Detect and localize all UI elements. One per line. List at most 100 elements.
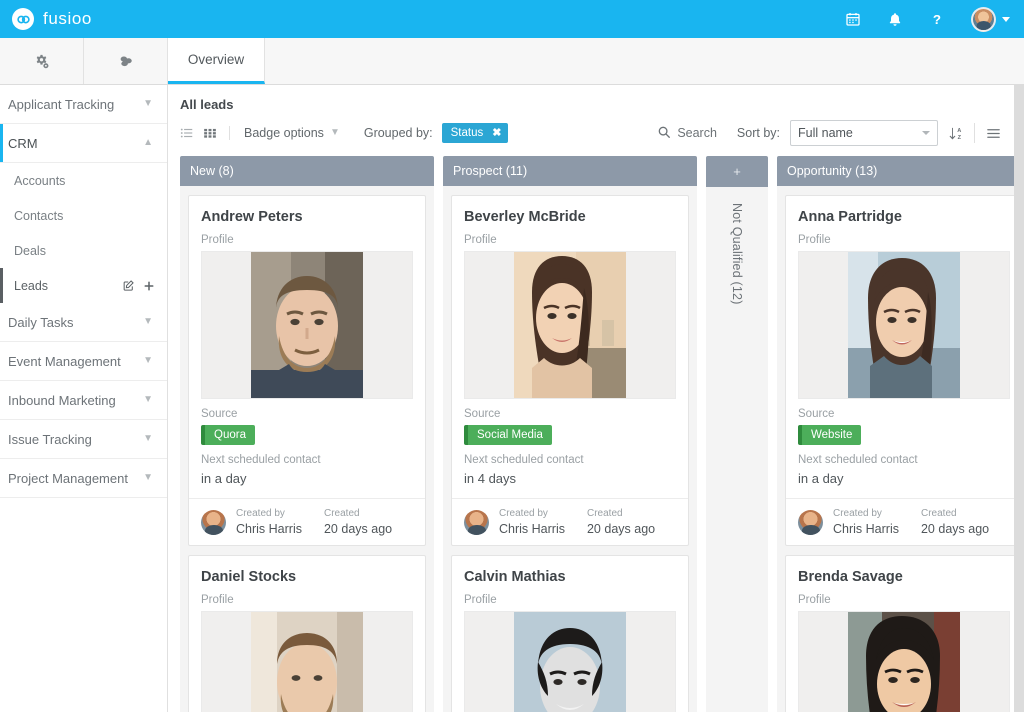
sidebar-sub-label: Accounts [14, 174, 65, 188]
toolbar-divider [974, 123, 975, 143]
chevron-down-icon: ▼ [143, 434, 153, 444]
hamburger-menu-icon[interactable] [985, 126, 1002, 141]
lead-card[interactable]: Brenda Savage Profile [785, 555, 1014, 712]
profile-photo [798, 251, 1010, 399]
avatar [464, 510, 489, 535]
sort-direction-button[interactable]: A Z [948, 125, 964, 142]
sidebar-sub-label: Leads [14, 279, 48, 293]
brand[interactable]: fusioo [12, 8, 92, 30]
lead-name: Andrew Peters [189, 196, 425, 225]
profile-photo [201, 251, 413, 399]
chevron-up-icon: ▲ [143, 138, 153, 148]
next-contact-label: Next scheduled contact [452, 445, 688, 471]
woman-brown-hair-portrait-image [514, 252, 626, 398]
sidebar-item-crm[interactable]: CRM ▲ [0, 124, 167, 163]
lead-name: Beverley McBride [452, 196, 688, 225]
tab-settings[interactable] [0, 38, 84, 84]
created-by-value: Chris Harris [499, 521, 565, 538]
column-header[interactable]: Prospect (11) [443, 156, 697, 186]
created-value: 20 days ago [587, 521, 655, 538]
column-body-collapsed[interactable]: Not Qualified (12) [706, 187, 768, 712]
lead-name: Daniel Stocks [189, 556, 425, 585]
sidebar-item-project-management[interactable]: Project Management ▼ [0, 459, 167, 498]
group-chip-label: Status [451, 127, 484, 139]
bell-icon[interactable] [887, 11, 903, 28]
card-footer: Created by Chris Harris Created 20 days … [786, 498, 1014, 545]
column-header[interactable]: New (8) [180, 156, 434, 186]
tab-bar: Overview [0, 38, 1024, 85]
plus-icon[interactable] [143, 280, 155, 292]
created-label: Created [921, 507, 989, 521]
created-block: Created 20 days ago [324, 507, 392, 537]
sidebar-item-accounts[interactable]: Accounts [0, 163, 167, 198]
next-contact-label: Next scheduled contact [786, 445, 1014, 471]
sort-by-select-wrap [790, 120, 938, 146]
help-icon[interactable]: ? [929, 11, 945, 28]
search-label: Search [677, 126, 717, 140]
chevron-down-icon [1002, 17, 1010, 22]
tab-apps[interactable] [84, 38, 168, 84]
search-icon [657, 125, 671, 142]
lead-card[interactable]: Andrew Peters Profile [188, 195, 426, 546]
profile-label: Profile [452, 585, 688, 611]
sidebar-item-inbound-marketing[interactable]: Inbound Marketing ▼ [0, 381, 167, 420]
created-by-value: Chris Harris [236, 521, 302, 538]
badge-options-dropdown[interactable]: Badge options ▼ [230, 126, 340, 140]
sidebar-item-issue-tracking[interactable]: Issue Tracking ▼ [0, 420, 167, 459]
column-body: Anna Partridge Profile [777, 186, 1014, 712]
close-icon[interactable]: ✖ [492, 126, 501, 139]
sidebar-item-applicant-tracking[interactable]: Applicant Tracking ▼ [0, 85, 167, 124]
calendar-icon[interactable] [845, 11, 861, 27]
sidebar-item-leads[interactable]: Leads [0, 268, 167, 303]
page-title: All leads [168, 85, 1014, 120]
lead-name: Brenda Savage [786, 556, 1014, 585]
lead-card[interactable]: Anna Partridge Profile [785, 195, 1014, 546]
brand-name: fusioo [43, 9, 92, 29]
source-badge: Social Media [464, 425, 552, 445]
created-by-label: Created by [833, 507, 899, 521]
grouped-by-label: Grouped by: [364, 126, 433, 140]
created-value: 20 days ago [921, 521, 989, 538]
sidebar-sub-label: Contacts [14, 209, 63, 223]
profile-label: Profile [189, 585, 425, 611]
lead-card[interactable]: Daniel Stocks Profile [188, 555, 426, 712]
group-chip-status[interactable]: Status ✖ [442, 123, 509, 143]
search-button[interactable]: Search [657, 125, 717, 142]
avatar [798, 510, 823, 535]
source-badge: Website [798, 425, 861, 445]
chevron-down-icon: ▼ [143, 317, 153, 327]
sidebar-sub-label: Deals [14, 244, 46, 258]
column-header[interactable]: Opportunity (13) [777, 156, 1014, 186]
created-by-label: Created by [236, 507, 302, 521]
profile-photo [464, 251, 676, 399]
woman-smiling-portrait-image [848, 252, 960, 398]
user-menu[interactable] [971, 7, 1010, 32]
sidebar-item-daily-tasks[interactable]: Daily Tasks ▼ [0, 303, 167, 342]
sidebar-leads-actions [122, 279, 155, 292]
lead-card[interactable]: Beverley McBride Profile [451, 195, 689, 546]
grid-view-icon[interactable] [203, 126, 217, 140]
sidebar-item-contacts[interactable]: Contacts [0, 198, 167, 233]
lead-card[interactable]: Calvin Mathias Profile [451, 555, 689, 712]
card-footer: Created by Chris Harris Created 20 days … [452, 498, 688, 545]
profile-photo [798, 611, 1010, 712]
profile-label: Profile [452, 225, 688, 251]
edit-icon[interactable] [122, 279, 135, 292]
list-view-icon[interactable] [180, 126, 194, 140]
header-actions: ? [845, 7, 1010, 32]
tab-overview[interactable]: Overview [168, 38, 265, 84]
add-column-button[interactable]: + [706, 156, 768, 187]
chevron-down-icon: ▼ [143, 99, 153, 109]
app-header: fusioo ? [0, 0, 1024, 38]
source-label: Source [189, 399, 425, 425]
sidebar-item-event-management[interactable]: Event Management ▼ [0, 342, 167, 381]
created-block: Created 20 days ago [921, 507, 989, 537]
svg-text:A: A [957, 128, 961, 134]
created-label: Created [324, 507, 392, 521]
sort-by-select[interactable] [790, 120, 938, 146]
kanban-board: New (8) Andrew Peters Profile [168, 156, 1014, 712]
column-body: Andrew Peters Profile [180, 186, 434, 712]
avatar [971, 7, 996, 32]
sidebar-item-deals[interactable]: Deals [0, 233, 167, 268]
sidebar-label: Issue Tracking [8, 432, 92, 447]
